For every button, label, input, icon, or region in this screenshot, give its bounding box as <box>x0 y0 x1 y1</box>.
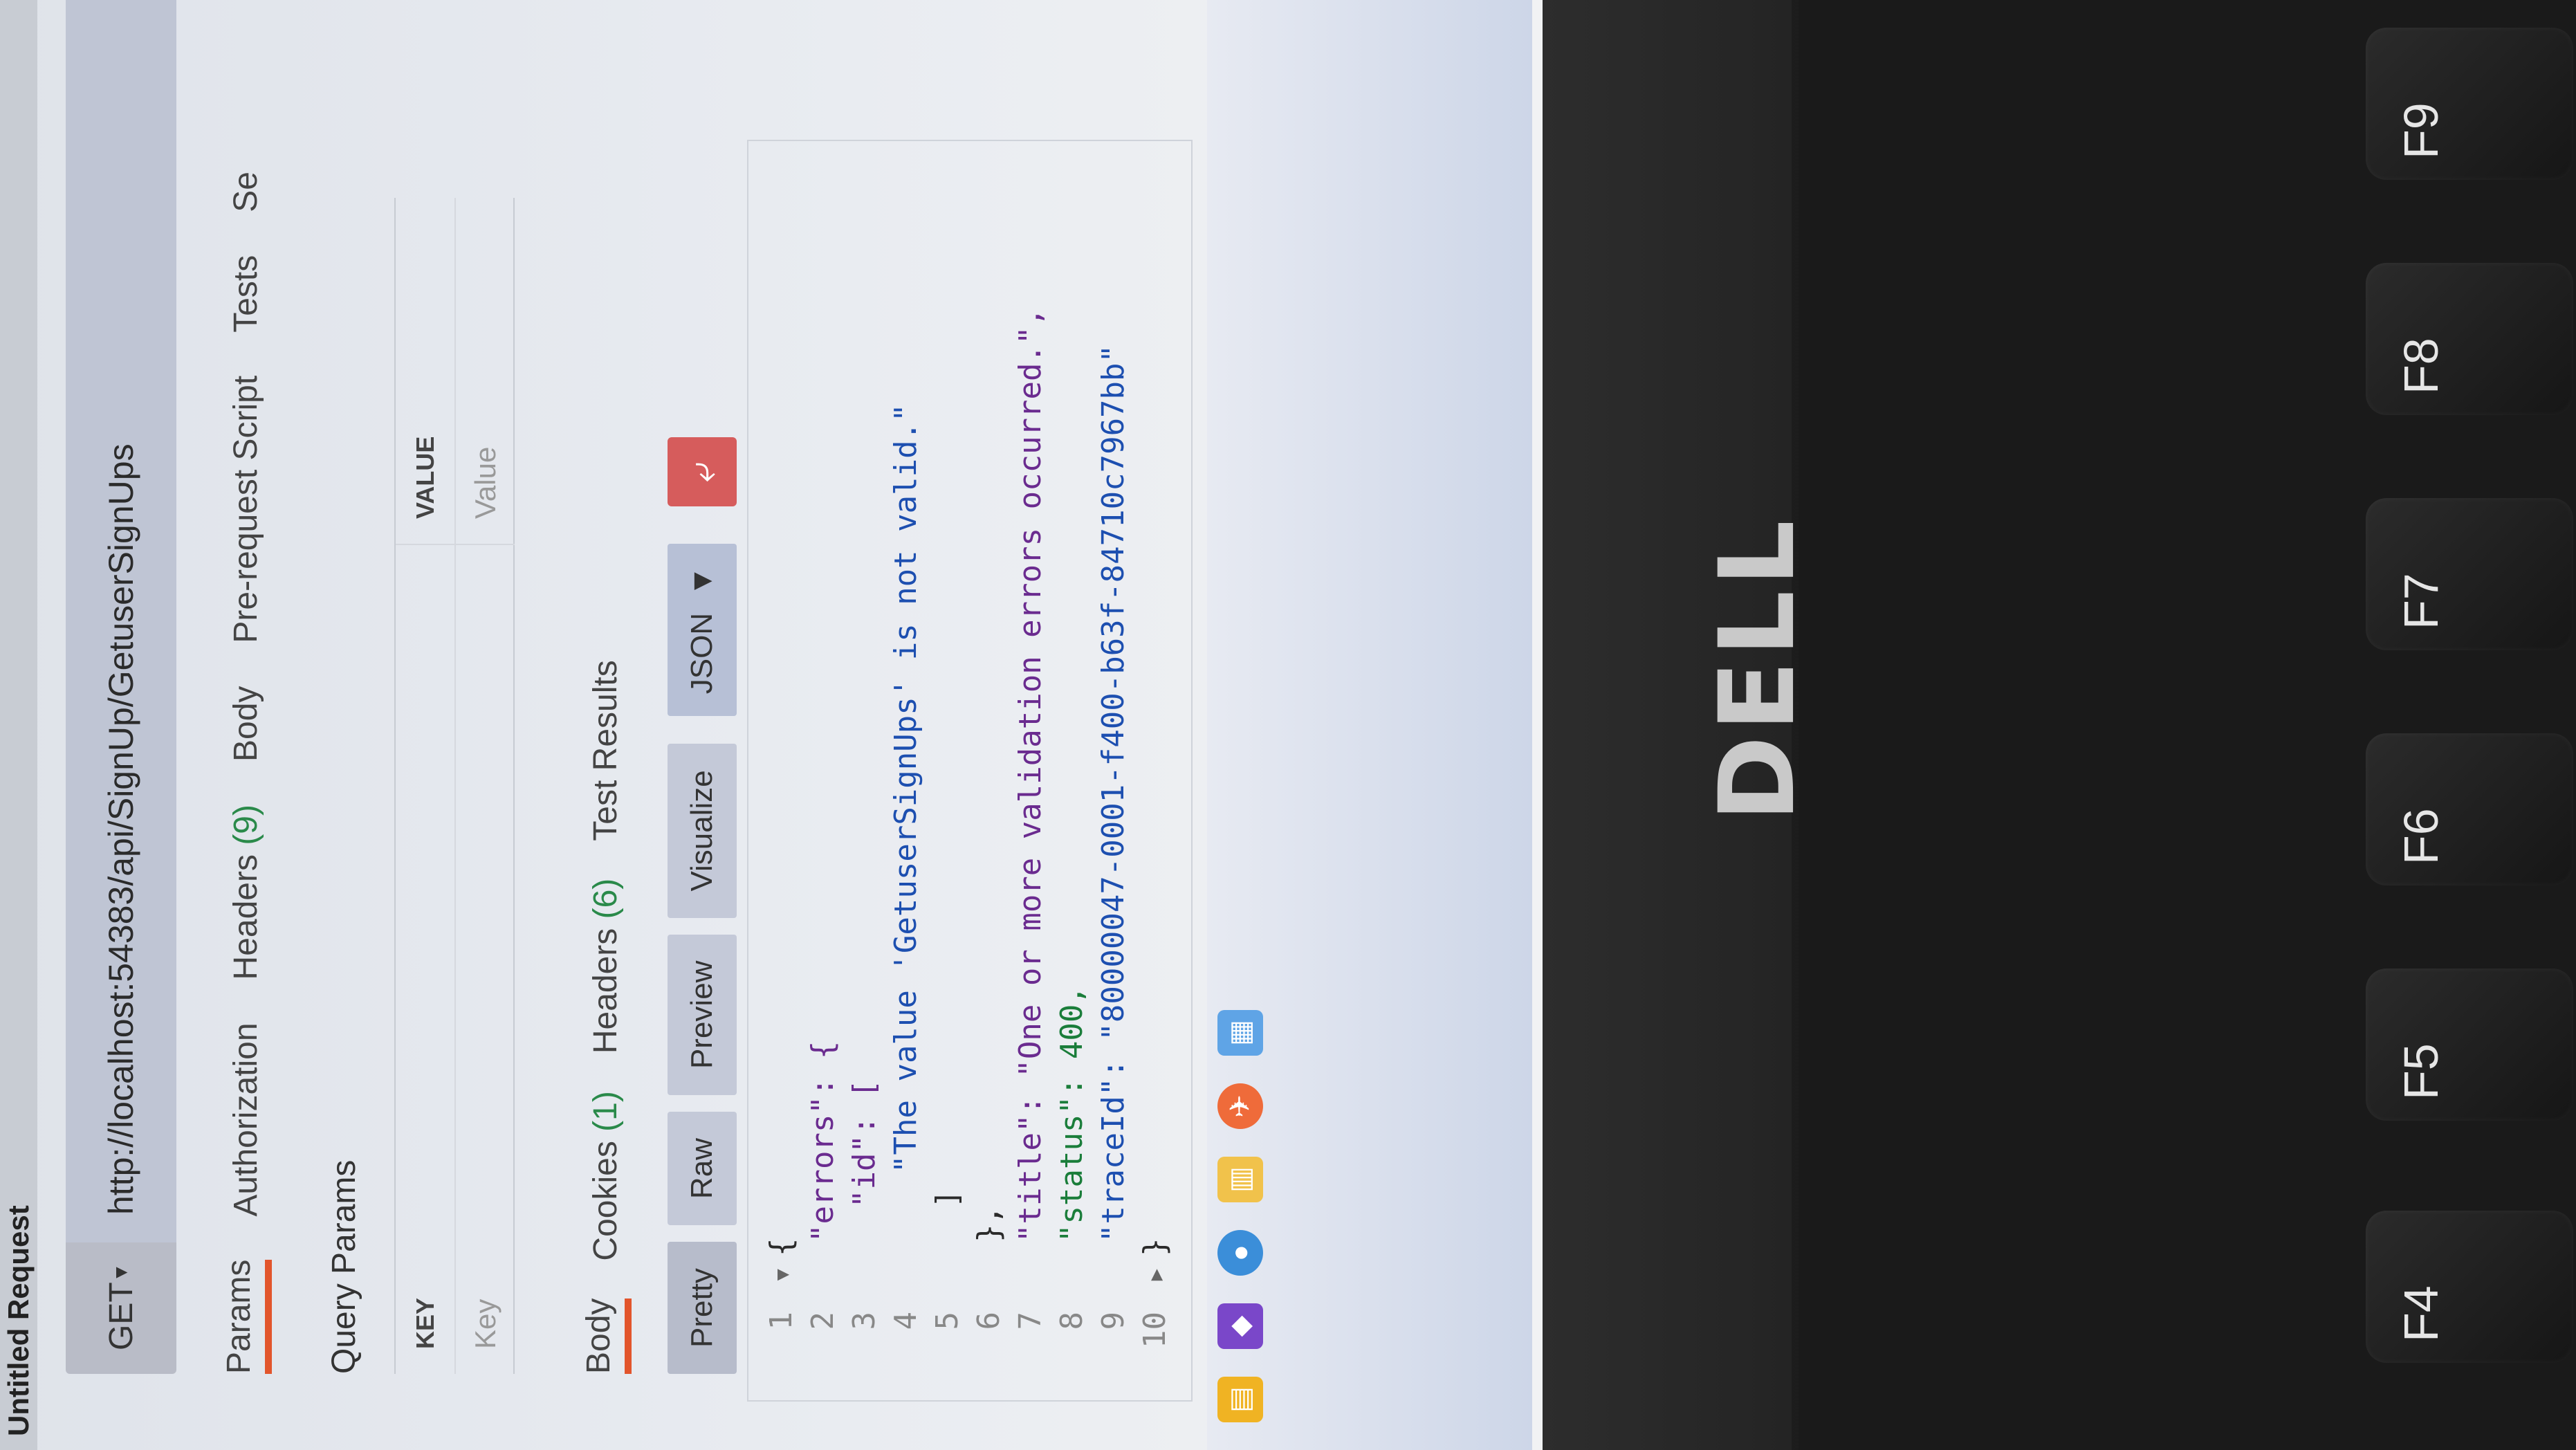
url-input[interactable]: http://localhost:54383/api/SignUp/Getuse… <box>66 0 176 1242</box>
tab-settings[interactable]: Se <box>227 172 265 212</box>
tab-params[interactable]: Params <box>219 1259 272 1374</box>
notes-icon[interactable]: ▦ <box>1217 1010 1263 1056</box>
chrome-icon[interactable]: ● <box>1217 1230 1263 1276</box>
folder-icon[interactable]: ▤ <box>1217 1377 1263 1422</box>
code-line: 10 ▸} <box>1137 1238 1172 1348</box>
query-params-title: Query Params <box>326 1159 362 1374</box>
request-bar: GET ▼ http://localhost:54383/api/SignUp/… <box>66 0 176 1374</box>
key-label-f5: F5 <box>2394 1043 2448 1100</box>
code-line: 8 "status": 400, <box>1054 986 1089 1330</box>
table-row: Key Value <box>454 198 515 1374</box>
response-tabs: Body Cookies (1) Headers (6) Test Result… <box>567 336 643 1374</box>
format-select[interactable]: JSON ▼ <box>668 544 737 717</box>
code-line: 2 "errors": { <box>805 1040 840 1330</box>
format-label: JSON <box>685 612 719 695</box>
value-column-header: VALUE <box>410 436 439 519</box>
tab-response-body[interactable]: Body <box>579 1298 632 1374</box>
key-label-f6: F6 <box>2394 808 2448 865</box>
key-label-f9: F9 <box>2394 102 2448 159</box>
chevron-down-icon: ▼ <box>685 566 719 596</box>
response-body[interactable]: 1 ▾{ 2 "errors": { 3 "id": [ 4 "The value 'G… <box>761 59 1190 1374</box>
keyboard: F4 F5 F6 F7 F8 F9 <box>1798 0 2576 1450</box>
code-line: 7 "title": "One or more validation errors… <box>1013 307 1048 1330</box>
table-header-row: KEY VALUE <box>396 198 454 1374</box>
key-label-f4: F4 <box>2394 1285 2448 1342</box>
postman-icon[interactable]: ✈ <box>1217 1083 1263 1129</box>
key-field[interactable]: Key <box>456 544 515 1374</box>
tab-headers[interactable]: Headers (9) <box>227 805 265 980</box>
taskbar-icons: ▤ ◆ ● ▥ ✈ ▦ <box>1217 1010 1263 1422</box>
code-line: 1 ▾{ <box>764 1238 799 1330</box>
tab-test-results[interactable]: Test Results <box>587 660 625 841</box>
request-tabs: Params Authorization Headers (9) Body Pr… <box>208 0 284 1374</box>
raw-button[interactable]: Raw <box>668 1112 737 1226</box>
query-params-table: KEY VALUE Key Value <box>394 198 515 1374</box>
window-title: Untitled Request <box>0 0 37 1450</box>
laptop-screen: Untitled Request GET ▼ http://localhost:… <box>0 0 1543 1450</box>
preview-button[interactable]: Preview <box>668 934 737 1096</box>
code-line: 6}, <box>971 1206 1006 1330</box>
vs-icon[interactable]: ◆ <box>1217 1303 1263 1349</box>
key-label-f7: F7 <box>2394 573 2448 630</box>
chevron-down-icon: ▼ <box>110 1263 131 1283</box>
tab-tests[interactable]: Tests <box>227 255 265 333</box>
files-icon[interactable]: ▥ <box>1217 1157 1263 1202</box>
code-line: 4 "The value 'GetuserSignUps' is not vali… <box>888 403 923 1330</box>
code-line: 9 "traceId": "80000047-0001-f400-b63f-847… <box>1096 344 1131 1330</box>
wrap-lines-icon[interactable]: ⤶ <box>668 437 737 507</box>
code-line: 3 "id": [ <box>847 1079 882 1330</box>
key-column-header: KEY <box>396 544 454 1374</box>
tab-pre-request-script[interactable]: Pre-request Script <box>227 376 265 643</box>
key-label-f8: F8 <box>2394 338 2448 394</box>
visualize-button[interactable]: Visualize <box>668 744 737 918</box>
response-view-toolbar: Pretty Raw Preview Visualize JSON ▼ ⤶ <box>664 336 740 1374</box>
tab-authorization[interactable]: Authorization <box>227 1022 265 1216</box>
photo: Untitled Request GET ▼ http://localhost:… <box>0 0 2576 1450</box>
tab-body[interactable]: Body <box>227 686 265 762</box>
code-line: 5] <box>930 1189 965 1330</box>
tab-response-headers[interactable]: Headers (6) <box>587 879 625 1054</box>
method-label: GET <box>102 1282 140 1350</box>
pretty-button[interactable]: Pretty <box>668 1242 737 1374</box>
value-field[interactable]: Value <box>456 198 515 544</box>
tab-cookies[interactable]: Cookies (1) <box>587 1091 625 1260</box>
method-select[interactable]: GET ▼ <box>66 1242 176 1374</box>
